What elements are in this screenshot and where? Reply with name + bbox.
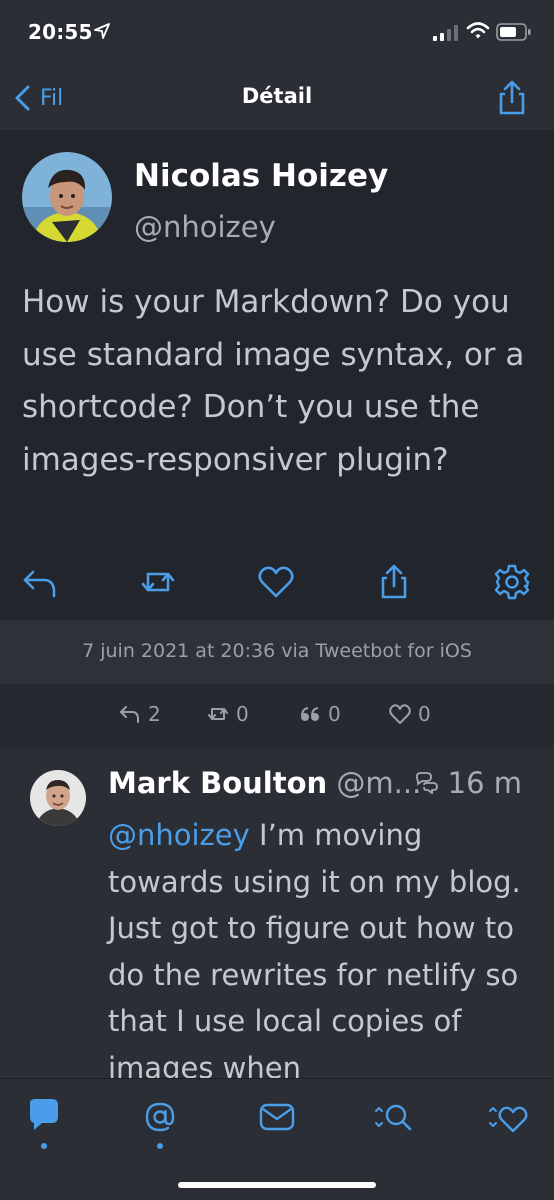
status-time: 20:55 (28, 20, 93, 44)
author-handle[interactable]: @nhoizey (134, 210, 276, 244)
signal-icon (433, 25, 458, 41)
heart-small-icon (389, 704, 411, 724)
location-arrow-icon (94, 23, 110, 39)
heart-icon (258, 566, 294, 598)
gear-icon (494, 564, 530, 600)
reply-tweet[interactable]: Mark Boulton @m... 16 m @nhoizey I’m mov… (0, 748, 554, 1085)
reply-small-icon (120, 706, 139, 723)
reply-avatar[interactable] (30, 770, 86, 826)
heart-tab-icon (489, 1106, 528, 1133)
tweet-text: How is your Markdown? Do you use standar… (22, 284, 525, 478)
wifi-icon (466, 22, 490, 39)
battery-icon (496, 23, 531, 41)
reply-button[interactable] (20, 562, 60, 602)
like-count-value: 0 (418, 702, 431, 726)
author-avatar[interactable] (22, 152, 112, 242)
tab-unread-dot (157, 1143, 163, 1149)
main-tweet: Nicolas Hoizey @nhoizey How is your Mark… (0, 130, 554, 620)
reply-timestamp: 16 m (414, 766, 522, 800)
tweet-meta: 7 juin 2021 at 20:36 via Tweetbot for iO… (0, 620, 554, 684)
search-icon (375, 1104, 412, 1131)
reply-author-name[interactable]: Mark Boulton (108, 766, 327, 800)
tweet-actions (0, 562, 554, 612)
share-icon (381, 564, 407, 599)
tab-search[interactable] (366, 1097, 422, 1157)
speech-bubble-icon (30, 1099, 58, 1130)
tab-timeline[interactable] (16, 1097, 72, 1157)
reply-time-value: 16 m (447, 766, 522, 800)
nav-bar: Fil Détail (0, 70, 554, 130)
mention-link[interactable]: @nhoizey (108, 818, 250, 852)
tweet-stats: 2 0 0 0 (0, 684, 554, 748)
home-indicator[interactable] (178, 1182, 376, 1188)
retweet-small-icon (208, 708, 228, 720)
reply-body: I’m moving towards using it on my blog. … (108, 818, 521, 1085)
retweet-button[interactable] (138, 562, 178, 602)
reply-count[interactable]: 2 (118, 702, 161, 726)
like-button[interactable] (256, 562, 296, 602)
reply-icon (23, 570, 56, 598)
envelope-icon (259, 1103, 295, 1131)
share-tweet-button[interactable] (374, 562, 414, 602)
reply-count-value: 2 (148, 702, 161, 726)
quote-icon (301, 707, 319, 721)
quote-count-value: 0 (328, 702, 341, 726)
retweet-count-value: 0 (236, 702, 249, 726)
at-icon (145, 1102, 175, 1132)
like-count[interactable]: 0 (388, 702, 431, 726)
settings-button[interactable] (492, 562, 532, 602)
retweet-icon (141, 572, 175, 592)
conversation-icon (415, 772, 438, 794)
quote-count[interactable]: 0 (298, 702, 341, 726)
tab-messages[interactable] (249, 1097, 305, 1157)
tweet-date-source: 7 juin 2021 at 20:36 via Tweetbot for iO… (82, 640, 472, 662)
page-title: Détail (241, 84, 313, 108)
reply-author-handle[interactable]: @m... (336, 766, 421, 800)
retweet-count[interactable]: 0 (206, 702, 249, 726)
reply-header: Mark Boulton @m... 16 m (108, 766, 538, 806)
share-button[interactable] (494, 80, 530, 116)
author-name[interactable]: Nicolas Hoizey (134, 158, 388, 194)
tab-active-dot (41, 1143, 47, 1149)
reply-text: @nhoizey I’m moving towards using it on … (108, 812, 528, 1091)
tab-activity[interactable] (480, 1097, 536, 1157)
status-bar: 20:55 (0, 0, 554, 70)
tab-mentions[interactable] (132, 1097, 188, 1157)
